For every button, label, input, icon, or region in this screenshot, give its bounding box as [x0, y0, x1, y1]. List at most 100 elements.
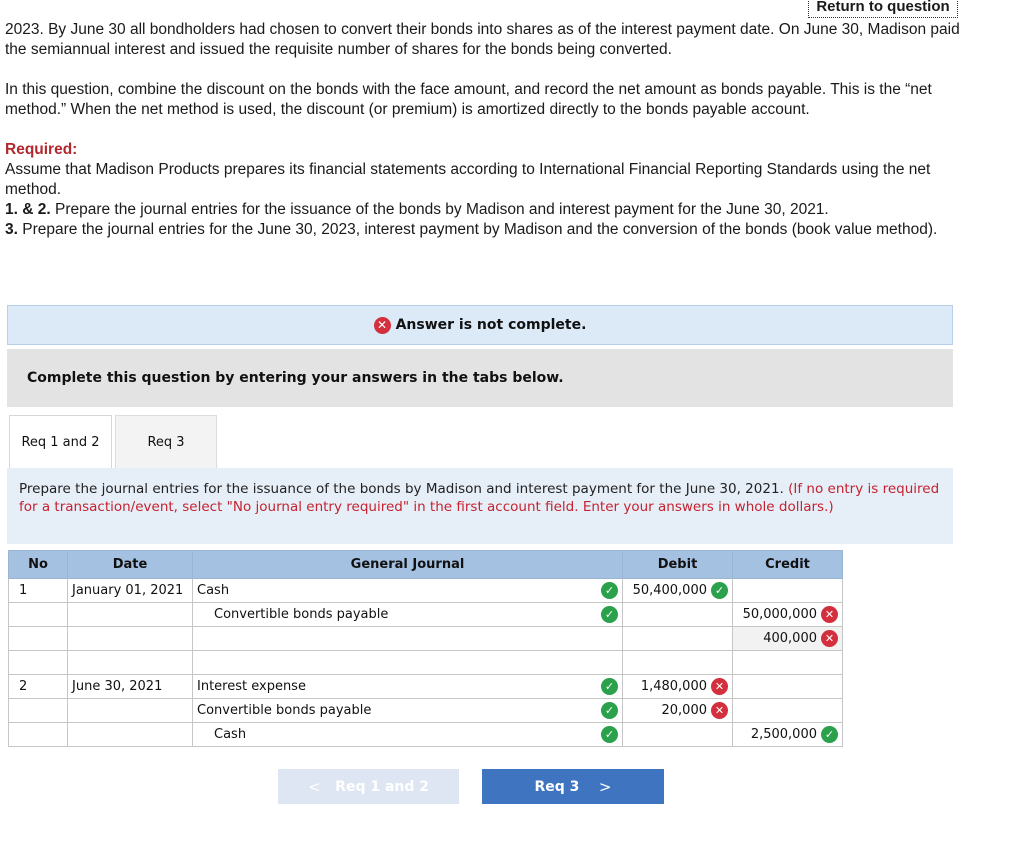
- debit-cell[interactable]: [622, 626, 733, 651]
- account-cell[interactable]: [192, 626, 623, 651]
- column-header-debit: Debit: [622, 550, 733, 579]
- table-row: Convertible bonds payable ✓ 20,000 ✕: [8, 698, 843, 723]
- intro-paragraph-2: In this question, combine the discount o…: [5, 81, 932, 118]
- requirement-3-prefix: 3.: [5, 221, 18, 238]
- table-row: 400,000 ✕: [8, 626, 843, 651]
- account-cell[interactable]: Interest expense ✓: [192, 674, 623, 699]
- account-cell[interactable]: Cash ✓: [192, 722, 623, 747]
- table-row: Convertible bonds payable ✓ 50,000,000 ✕: [8, 602, 843, 627]
- entry-number-text: 2: [19, 679, 28, 694]
- next-tab-label: Req 3: [534, 778, 580, 795]
- entry-number: [8, 602, 68, 627]
- credit-cell[interactable]: 50,000,000 ✕: [732, 602, 843, 627]
- required-heading: Required:: [5, 141, 78, 158]
- requirement-1-2: 1. & 2. Prepare the journal entries for …: [5, 200, 965, 220]
- account-cell[interactable]: Cash ✓: [192, 578, 623, 603]
- tab-req-1-and-2[interactable]: Req 1 and 2: [9, 415, 112, 468]
- incorrect-x-icon: ✕: [711, 702, 728, 719]
- chevron-left-icon: <: [307, 777, 321, 796]
- chevron-right-icon: >: [598, 777, 612, 796]
- tab-label: Req 1 and 2: [21, 434, 100, 450]
- table-row: [8, 650, 843, 675]
- column-header-general-journal: General Journal: [192, 550, 623, 579]
- tab-instruction-text: Prepare the journal entries for the issu…: [19, 481, 784, 497]
- debit-cell[interactable]: [622, 722, 733, 747]
- date-cell[interactable]: [67, 626, 193, 651]
- debit-cell[interactable]: 1,480,000 ✕: [622, 674, 733, 699]
- credit-amount: 50,000,000: [742, 607, 817, 622]
- account-name: Convertible bonds payable: [197, 703, 372, 718]
- answer-status-text: Answer is not complete.: [395, 317, 587, 333]
- debit-cell[interactable]: 50,400,000 ✓: [622, 578, 733, 603]
- date-text: June 30, 2021: [72, 679, 163, 694]
- credit-cell[interactable]: [732, 698, 843, 723]
- required-text: Assume that Madison Products prepares it…: [5, 161, 931, 198]
- credit-cell[interactable]: [732, 578, 843, 603]
- date-cell[interactable]: [67, 698, 193, 723]
- account-cell[interactable]: Convertible bonds payable ✓: [192, 698, 623, 723]
- date-text: January 01, 2021: [72, 583, 184, 598]
- table-header-row: No Date General Journal Debit Credit: [8, 550, 843, 579]
- account-cell[interactable]: Convertible bonds payable ✓: [192, 602, 623, 627]
- entry-number-text: 1: [19, 583, 28, 598]
- debit-cell[interactable]: 20,000 ✕: [622, 698, 733, 723]
- account-name: Interest expense: [197, 679, 306, 694]
- tab-label: Req 3: [147, 434, 185, 450]
- table-row: 1 January 01, 2021 Cash ✓ 50,400,000 ✓: [8, 578, 843, 603]
- date-cell[interactable]: [67, 650, 193, 675]
- tab-instructions: Prepare the journal entries for the issu…: [7, 468, 953, 544]
- correct-check-icon: ✓: [601, 606, 618, 623]
- column-header-credit: Credit: [732, 550, 843, 579]
- credit-cell[interactable]: [732, 674, 843, 699]
- account-name: Cash: [214, 727, 247, 742]
- previous-tab-button[interactable]: < Req 1 and 2: [278, 769, 459, 804]
- date-cell[interactable]: June 30, 2021: [67, 674, 193, 699]
- correct-check-icon: ✓: [601, 726, 618, 743]
- requirement-1-2-prefix: 1. & 2.: [5, 201, 51, 218]
- credit-amount: 400,000: [763, 631, 817, 646]
- requirement-1-2-text: Prepare the journal entries for the issu…: [50, 201, 829, 218]
- account-name: Cash: [197, 583, 230, 598]
- correct-check-icon: ✓: [711, 582, 728, 599]
- entry-number: [8, 650, 68, 675]
- entry-number: 1: [8, 578, 68, 603]
- credit-amount: 2,500,000: [750, 727, 817, 742]
- table-row: Cash ✓ 2,500,000 ✓: [8, 722, 843, 747]
- incorrect-x-icon: ✕: [711, 678, 728, 695]
- correct-check-icon: ✓: [601, 678, 618, 695]
- debit-amount: 20,000: [661, 703, 708, 718]
- return-to-question-link[interactable]: Return to question: [808, 0, 958, 18]
- previous-tab-label: Req 1 and 2: [335, 778, 430, 795]
- question-text: 2023. By June 30 all bondholders had cho…: [5, 20, 965, 240]
- account-name: Convertible bonds payable: [214, 607, 389, 622]
- debit-amount: 1,480,000: [640, 679, 707, 694]
- incorrect-x-icon: ✕: [821, 630, 838, 647]
- credit-cell[interactable]: 2,500,000 ✓: [732, 722, 843, 747]
- next-tab-button[interactable]: Req 3 >: [482, 769, 664, 804]
- credit-cell[interactable]: 400,000 ✕: [732, 626, 843, 651]
- incorrect-x-icon: ✕: [373, 316, 391, 334]
- correct-check-icon: ✓: [601, 702, 618, 719]
- debit-amount: 50,400,000: [632, 583, 707, 598]
- instructions-banner: Complete this question by entering your …: [7, 349, 953, 407]
- requirement-3: 3. Prepare the journal entries for the J…: [5, 220, 965, 240]
- entry-number: [8, 698, 68, 723]
- entry-number: [8, 722, 68, 747]
- tab-req-3[interactable]: Req 3: [115, 415, 217, 468]
- account-cell[interactable]: [192, 650, 623, 675]
- answer-status-banner: ✕ Answer is not complete.: [7, 305, 953, 345]
- correct-check-icon: ✓: [821, 726, 838, 743]
- date-cell[interactable]: [67, 722, 193, 747]
- instructions-text: Complete this question by entering your …: [27, 370, 564, 386]
- column-header-date: Date: [67, 550, 193, 579]
- date-cell[interactable]: January 01, 2021: [67, 578, 193, 603]
- journal-entry-table: No Date General Journal Debit Credit 1 Ja…: [8, 550, 843, 747]
- correct-check-icon: ✓: [601, 582, 618, 599]
- incorrect-x-icon: ✕: [821, 606, 838, 623]
- table-row: 2 June 30, 2021 Interest expense ✓ 1,480,000…: [8, 674, 843, 699]
- date-cell[interactable]: [67, 602, 193, 627]
- intro-paragraph-1: 2023. By June 30 all bondholders had cho…: [5, 21, 960, 58]
- debit-cell[interactable]: [622, 650, 733, 675]
- credit-cell[interactable]: [732, 650, 843, 675]
- debit-cell[interactable]: [622, 602, 733, 627]
